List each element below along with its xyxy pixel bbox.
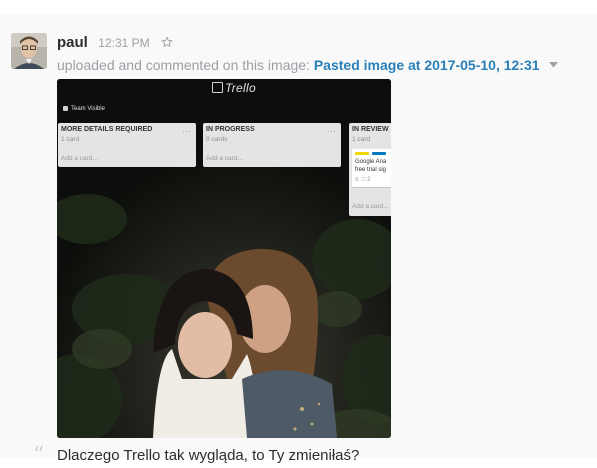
trello-logo: Trello <box>212 81 256 95</box>
trello-list: IN REVIEW 1 card Google Ana free trial s… <box>349 123 391 216</box>
card-label <box>355 152 369 155</box>
quote-icon: “ <box>33 443 45 468</box>
card-label <box>372 152 386 155</box>
file-title-link[interactable]: Pasted image at 2017-05-10, 12:31 <box>314 57 540 73</box>
trello-list: IN PROGRESS … 0 cards Add a card... <box>203 123 341 167</box>
author-name[interactable]: paul <box>57 34 88 51</box>
add-card-link: Add a card... <box>352 203 389 210</box>
add-card-link: Add a card... <box>206 155 243 162</box>
list-menu-icon: … <box>327 124 336 134</box>
list-count: 1 card <box>352 136 371 143</box>
card-badges: ≡ □ 2 <box>355 177 371 183</box>
list-menu-icon: … <box>182 124 191 134</box>
message-header: paul 12:31 PM <box>57 34 173 54</box>
list-title: IN PROGRESS <box>206 126 255 133</box>
star-icon[interactable] <box>161 35 173 53</box>
description-icon: ≡ <box>355 177 359 183</box>
trello-card: Google Ana free trial sig ≡ □ 2 <box>352 149 391 187</box>
chevron-down-icon[interactable] <box>549 55 559 71</box>
team-label: Team Visible <box>63 106 105 112</box>
list-title: MORE DETAILS REQUIRED <box>61 126 153 133</box>
add-card-link: Add a card... <box>61 155 98 162</box>
comment-icon: □ <box>361 177 366 183</box>
comment-text: Dlaczego Trello tak wygląda, to Ty zmien… <box>57 447 360 464</box>
card-title: Google Ana free trial sig <box>355 159 387 173</box>
list-title: IN REVIEW <box>352 126 389 133</box>
comment-count: 2 <box>367 177 371 183</box>
pasted-image[interactable]: Trello Team Visible MORE DETAILS REQUIRE… <box>57 79 391 438</box>
action-text: uploaded and commented on this image: <box>57 57 310 73</box>
file-share-line: uploaded and commented on this image: Pa… <box>57 55 559 73</box>
trello-list: MORE DETAILS REQUIRED … 1 card Add a car… <box>58 123 196 167</box>
avatar[interactable] <box>11 33 47 69</box>
list-count: 0 cards <box>206 136 228 143</box>
message: paul 12:31 PM uploaded and commented on … <box>0 14 597 467</box>
timestamp[interactable]: 12:31 PM <box>98 36 149 50</box>
list-count: 1 card <box>61 136 80 143</box>
